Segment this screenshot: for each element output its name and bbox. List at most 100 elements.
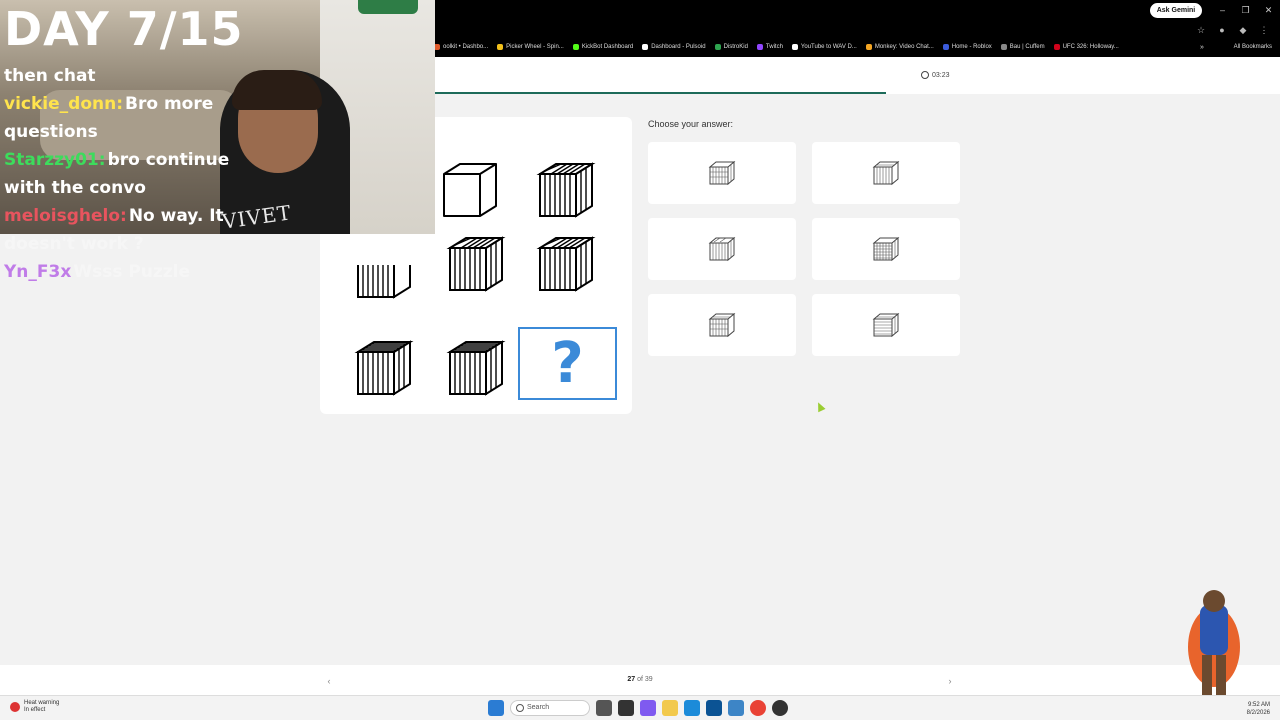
- bookmark-favicon-icon: [1000, 44, 1007, 50]
- progress-bar: [434, 92, 887, 94]
- close-button[interactable]: ✕: [1257, 0, 1280, 20]
- cube-vertical-stripes-icon: [526, 157, 606, 223]
- edge-icon[interactable]: [684, 700, 700, 716]
- bookmark-label: Home - Roblox: [951, 44, 992, 50]
- previous-question-button[interactable]: ‹: [320, 674, 338, 688]
- cup: [358, 0, 418, 14]
- pagination-bar: ‹ 27 of 39 ›: [0, 665, 1280, 695]
- next-question-button[interactable]: ›: [941, 674, 959, 688]
- bookmark-item[interactable]: UFC 326: Holloway...: [1053, 44, 1119, 50]
- chat-line: then chat: [4, 62, 96, 90]
- weather-subtitle: In effect: [24, 707, 46, 713]
- obs-icon[interactable]: [772, 700, 788, 716]
- star-icon[interactable]: ☆: [1195, 24, 1207, 36]
- answer-option-3[interactable]: [648, 218, 796, 280]
- chat-message: Bro more: [125, 94, 214, 114]
- cube-vertical-stripes-icon: [344, 265, 424, 301]
- timer-value: 03:23: [932, 71, 950, 79]
- chat-message: then chat: [4, 66, 96, 86]
- bookmark-favicon-icon: [791, 44, 798, 50]
- answer-option-1[interactable]: [648, 142, 796, 204]
- cube-grid-icon: [872, 236, 900, 262]
- maximize-button[interactable]: ❐: [1234, 0, 1257, 20]
- bookmark-favicon-icon: [1053, 44, 1060, 50]
- clock-date: 8/2/2026: [1246, 710, 1270, 716]
- weather-alert-icon: [10, 702, 20, 712]
- cube-vertical-stripes-icon: [872, 160, 900, 186]
- chat-username: Yn_F3x: [4, 262, 72, 282]
- current-question: 27: [627, 676, 636, 683]
- minimize-button[interactable]: –: [1211, 0, 1234, 20]
- answer-option-6[interactable]: [812, 294, 960, 356]
- cube-horizontal-stripes-icon: [436, 335, 516, 401]
- cube-empty-icon: [430, 157, 510, 223]
- cube-horizontal-stripes-icon: [872, 312, 900, 338]
- bookmark-item[interactable]: Twitch: [756, 44, 783, 50]
- bookmark-favicon-icon: [642, 44, 649, 50]
- taskbar-search[interactable]: Search: [510, 700, 590, 716]
- total-questions: of 39: [637, 676, 653, 683]
- bookmark-item[interactable]: Home - Roblox: [942, 44, 992, 50]
- mascot-logo: [1188, 590, 1240, 695]
- cube-horizontal-stripes-icon: [344, 335, 424, 401]
- bookmark-favicon-icon: [714, 44, 721, 50]
- widgets-icon[interactable]: [618, 700, 634, 716]
- chat-line: Starzzy01: bro continue: [4, 146, 229, 174]
- system-clock[interactable]: 9:52 AM 8/2/2026: [1247, 701, 1270, 717]
- all-bookmarks-link[interactable]: All Bookmarks: [1234, 44, 1272, 50]
- bookmark-item[interactable]: oolkit • Dashbo...: [434, 44, 488, 50]
- answer-option-2[interactable]: [812, 142, 960, 204]
- bookmark-favicon-icon: [942, 44, 949, 50]
- chat-username: Starzzy01:: [4, 150, 106, 170]
- chat-message: No way. It: [128, 206, 224, 226]
- chevron-right-icon[interactable]: »: [1200, 44, 1204, 51]
- answer-option-4[interactable]: [812, 218, 960, 280]
- mail-icon[interactable]: [728, 700, 744, 716]
- streamer-hair: [232, 70, 322, 110]
- chat-line: doesn't work ?: [4, 230, 144, 258]
- bookmark-label: Picker Wheel - Spin...: [506, 44, 564, 50]
- store-icon[interactable]: [706, 700, 722, 716]
- extension-icon[interactable]: ●: [1216, 24, 1228, 36]
- chat-message: questions: [4, 122, 98, 142]
- bookmark-item[interactable]: YouTube to WAV D...: [791, 44, 857, 50]
- puzzle-icon[interactable]: ◆: [1237, 24, 1249, 36]
- copilot-icon[interactable]: [640, 700, 656, 716]
- ask-gemini-button[interactable]: Ask Gemini: [1150, 3, 1202, 18]
- bookmark-item[interactable]: KickBot Dashboard: [572, 44, 633, 50]
- bookmark-item[interactable]: DistroKid: [714, 44, 748, 50]
- chrome-icon[interactable]: [750, 700, 766, 716]
- clock-time: 9:52 AM: [1247, 702, 1270, 708]
- bookmark-favicon-icon: [756, 44, 763, 50]
- chat-line: with the convo: [4, 174, 146, 202]
- file-explorer-icon[interactable]: [662, 700, 678, 716]
- missing-cell: ?: [518, 327, 617, 400]
- chat-message: bro continue: [107, 150, 230, 170]
- bookmark-label: Bau | Cuffem: [1009, 44, 1045, 50]
- cube-vertical-stripes-icon: [526, 231, 606, 297]
- task-view-icon[interactable]: [596, 700, 612, 716]
- choose-answer-label: Choose your answer:: [648, 119, 734, 129]
- weather-widget[interactable]: Heat warning In effect: [10, 700, 59, 714]
- answer-option-5[interactable]: [648, 294, 796, 356]
- cube-vertical-stripes-icon: [708, 236, 736, 262]
- cube-grid-icon: [708, 312, 736, 338]
- day-counter: DAY 7/15: [4, 2, 244, 56]
- windows-start-icon[interactable]: [488, 700, 504, 716]
- bookmark-label: UFC 326: Holloway...: [1062, 44, 1119, 50]
- chat-message: Wsss Puzzle: [73, 262, 191, 282]
- chat-username: vickie_donn:: [4, 94, 123, 114]
- bookmark-label: Monkey: Video Chat...: [874, 44, 934, 50]
- chat-line: questions: [4, 118, 98, 146]
- menu-icon[interactable]: ⋮: [1258, 24, 1270, 36]
- weather-title: Heat warning: [24, 700, 60, 706]
- chat-message: doesn't work ?: [4, 234, 144, 254]
- bookmark-label: DistroKid: [723, 44, 748, 50]
- chat-line: meloisghelo: No way. It: [4, 202, 224, 230]
- bookmark-label: oolkit • Dashbo...: [443, 44, 489, 50]
- bookmark-label: Twitch: [765, 44, 783, 50]
- bookmark-item[interactable]: Monkey: Video Chat...: [865, 44, 934, 50]
- bookmark-item[interactable]: Dashboard - Pulsoid: [642, 44, 706, 50]
- bookmark-item[interactable]: Picker Wheel - Spin...: [497, 44, 564, 50]
- bookmark-item[interactable]: Bau | Cuffem: [1000, 44, 1045, 50]
